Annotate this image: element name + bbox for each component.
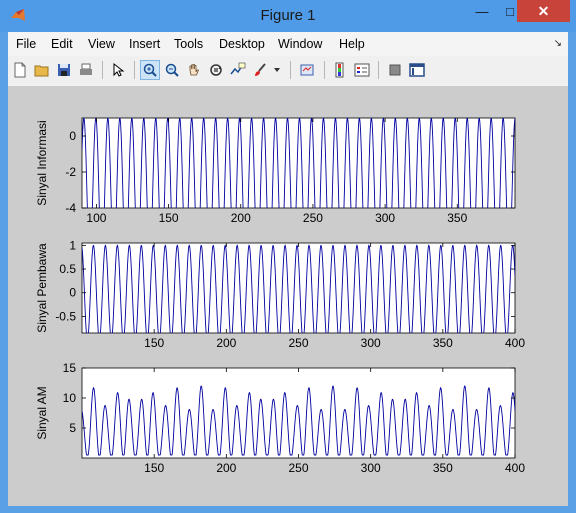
toolbar-separator bbox=[324, 61, 325, 79]
pan-hand-icon[interactable] bbox=[184, 60, 204, 80]
x-tick-label: 400 bbox=[505, 336, 525, 350]
minimize-button[interactable]: — bbox=[468, 0, 496, 22]
y-tick-label: 5 bbox=[69, 421, 76, 435]
figure-window: Figure 1 — □ ✕ File Edit View Insert Too… bbox=[0, 0, 576, 513]
y-tick-label: 0 bbox=[69, 286, 76, 300]
menu-insert[interactable]: Insert bbox=[129, 37, 160, 51]
menu-view[interactable]: View bbox=[88, 37, 115, 51]
x-tick-label: 150 bbox=[144, 336, 164, 350]
menu-help[interactable]: Help bbox=[339, 37, 365, 51]
new-figure-icon[interactable] bbox=[10, 60, 30, 80]
zoom-out-icon[interactable] bbox=[162, 60, 182, 80]
data-cursor-icon[interactable] bbox=[228, 60, 248, 80]
y-axis-label: Sinyal AM bbox=[35, 386, 49, 439]
print-icon[interactable] bbox=[76, 60, 96, 80]
x-tick-label: 250 bbox=[288, 336, 308, 350]
plots-svg: 100 150 200 250 300 350-4-20Sinyal Informasi1… bbox=[35, 117, 525, 475]
figure-canvas: 100 150 200 250 300 350 -4 -2 0 Sinyal Informasi 1… bbox=[8, 86, 568, 506]
save-icon[interactable] bbox=[54, 60, 74, 80]
menu-tools[interactable]: Tools bbox=[174, 37, 203, 51]
toolbar-separator bbox=[102, 61, 103, 79]
x-tick-label: 350 bbox=[433, 461, 453, 475]
legend-icon[interactable] bbox=[352, 60, 372, 80]
menu-desktop[interactable]: Desktop bbox=[219, 37, 265, 51]
window-bottom-border bbox=[0, 506, 576, 513]
menu-window[interactable]: Window bbox=[278, 37, 322, 51]
menu-bar: File Edit View Insert Tools Desktop Wind… bbox=[8, 32, 568, 56]
x-tick-label: 300 bbox=[361, 461, 381, 475]
y-tick-label: 15 bbox=[63, 361, 77, 375]
x-tick-label: 250 bbox=[303, 211, 323, 225]
x-tick-label: 400 bbox=[505, 461, 525, 475]
y-tick-label: -0.5 bbox=[55, 309, 76, 323]
zoom-in-icon[interactable] bbox=[140, 60, 160, 80]
link-plot-icon[interactable] bbox=[297, 60, 317, 80]
y-axis-label: Sinyal Pembawa bbox=[35, 243, 49, 333]
menu-file[interactable]: File bbox=[16, 37, 36, 51]
undock-icon[interactable]: ↘ bbox=[554, 38, 562, 49]
axes-3[interactable]: 150 200 250 300 350 400 5 10 15 Sinyal AM bbox=[35, 361, 525, 475]
open-file-icon[interactable] bbox=[32, 60, 52, 80]
colorbar-icon[interactable] bbox=[330, 60, 350, 80]
y-tick-label: -2 bbox=[65, 165, 76, 179]
toolbar-separator bbox=[134, 61, 135, 79]
y-tick-label: 1 bbox=[69, 238, 76, 252]
x-tick-label: 150 bbox=[159, 211, 179, 225]
toolbar-separator bbox=[378, 61, 379, 79]
hide-plot-tools-icon[interactable] bbox=[385, 60, 405, 80]
x-tick-label: 100 bbox=[86, 211, 106, 225]
y-tick-label: 0 bbox=[69, 129, 76, 143]
x-tick-label: 200 bbox=[216, 461, 236, 475]
x-tick-label: 200 bbox=[231, 211, 251, 225]
edit-plot-arrow-icon[interactable] bbox=[108, 60, 128, 80]
x-tick-label: 350 bbox=[433, 336, 453, 350]
close-button[interactable]: ✕ bbox=[517, 0, 570, 22]
axes-2[interactable]: 150 200 250 300 350 400 -0.5 0 0.5 1 Sinyal Pembaw… bbox=[35, 238, 525, 350]
x-tick-label: 300 bbox=[375, 211, 395, 225]
figure-toolbar bbox=[8, 56, 568, 87]
toolbar-separator bbox=[290, 61, 291, 79]
axes-1[interactable]: 100 150 200 250 300 350 -4 -2 0 Sinyal Informasi bbox=[35, 117, 516, 262]
menu-edit[interactable]: Edit bbox=[51, 37, 73, 51]
y-tick-label: 10 bbox=[63, 391, 77, 405]
brush-icon[interactable] bbox=[250, 60, 270, 80]
brush-dropdown-icon[interactable] bbox=[272, 60, 282, 80]
y-axis-label: Sinyal Informasi bbox=[35, 120, 49, 205]
show-plot-tools-icon[interactable] bbox=[407, 60, 427, 80]
x-tick-label: 300 bbox=[361, 336, 381, 350]
title-bar[interactable]: Figure 1 — □ ✕ bbox=[0, 0, 576, 32]
x-tick-label: 200 bbox=[216, 336, 236, 350]
x-tick-label: 150 bbox=[144, 461, 164, 475]
rotate-3d-icon[interactable] bbox=[206, 60, 226, 80]
x-tick-label: 250 bbox=[288, 461, 308, 475]
y-tick-label: 0.5 bbox=[59, 262, 76, 276]
x-tick-label: 350 bbox=[447, 211, 467, 225]
y-tick-label: -4 bbox=[65, 201, 76, 215]
